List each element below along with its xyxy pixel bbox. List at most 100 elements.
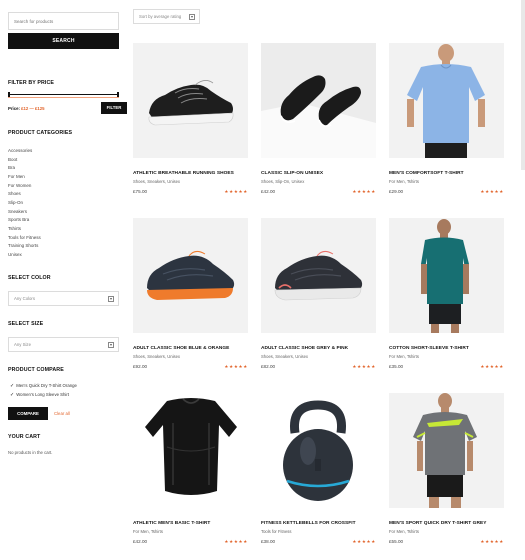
product-title[interactable]: CLASSIC SLIP-ON UNISEX: [261, 171, 376, 176]
cart-title: YOUR CART: [8, 434, 41, 440]
scrollbar[interactable]: [521, 0, 525, 170]
check-icon: ✓: [10, 393, 15, 398]
category-item[interactable]: Slip-On: [8, 199, 41, 208]
product-card[interactable]: CLASSIC SLIP-ON UNISEX Shoes, Slip-On, U…: [261, 43, 376, 195]
product-categories: Shoes, Sneakers, Unisex: [133, 179, 181, 184]
product-price: £38.00: [261, 539, 276, 544]
chevron-down-icon: ▾: [189, 13, 195, 20]
filter-button[interactable]: FILTER: [101, 102, 127, 114]
product-categories: Tools for Fitness: [261, 529, 292, 534]
product-card[interactable]: ADULT CLASSIC SHOE BLUE & ORANGE Shoes, …: [133, 218, 248, 370]
price-slider-track: [8, 94, 119, 95]
clear-all-link[interactable]: Clear all: [54, 411, 70, 416]
category-item[interactable]: For Men: [8, 173, 41, 182]
pink-sole-shoe-image: [274, 250, 363, 301]
blue-tshirt-model-image: [407, 44, 485, 158]
product-image[interactable]: [133, 218, 248, 333]
product-card[interactable]: ATHLETIC MEN'S BASIC T-SHIRT For Men, Ts…: [133, 393, 248, 545]
price-slider[interactable]: [8, 92, 119, 98]
search-button[interactable]: SEARCH: [8, 33, 119, 49]
category-item[interactable]: Unisex: [8, 251, 41, 260]
product-categories: Shoes, Sneakers, Unisex: [133, 354, 181, 359]
sort-select-value: Sort by average rating: [139, 14, 182, 19]
sort-select[interactable]: Sort by average rating ▾: [133, 9, 200, 24]
category-item[interactable]: Sports Bra: [8, 216, 41, 225]
product-image[interactable]: [261, 43, 376, 158]
compare-title: PRODUCT COMPARE: [8, 367, 64, 373]
product-image[interactable]: [133, 43, 248, 158]
category-item[interactable]: For Women: [8, 182, 41, 191]
compare-item[interactable]: ✓ Women's Long Sleeve Shirt: [10, 392, 69, 398]
compare-button[interactable]: COMPARE: [8, 407, 48, 420]
color-select[interactable]: Any Colors ▾: [8, 291, 119, 306]
check-icon: ✓: [10, 384, 15, 389]
product-card[interactable]: ADULT CLASSIC SHOE GREY & PINK Shoes, Sn…: [261, 218, 376, 370]
compare-item[interactable]: ✓ Men's Quick Dry T-Shirt Orange: [10, 383, 77, 389]
categories-title: PRODUCT CATEGORIES: [8, 130, 73, 136]
product-image[interactable]: [389, 43, 504, 158]
compare-item-label: Women's Long Sleeve Shirt: [16, 392, 70, 397]
rating-stars: ★★★★★: [352, 189, 376, 194]
product-image[interactable]: [389, 393, 504, 508]
product-categories: Shoes, Sneakers, Unisex: [261, 354, 309, 359]
category-item[interactable]: Boot: [8, 156, 41, 165]
select-color-title: SELECT COLOR: [8, 275, 51, 281]
product-price: £55.00: [389, 539, 404, 544]
rating-stars: ★★★★★: [480, 539, 504, 544]
rating-stars: ★★★★★: [224, 189, 248, 194]
product-card[interactable]: ATHLETIC BREATHABLE RUNNING SHOES Shoes,…: [133, 43, 248, 195]
product-price: £42.00: [261, 189, 276, 194]
category-item[interactable]: Bra: [8, 164, 41, 173]
product-price: £82.00: [261, 364, 276, 369]
product-categories: For Men, Tshirts: [133, 529, 163, 534]
grey-tshirt-model-image: [413, 393, 477, 508]
product-title[interactable]: MEN'S SPORT QUICK DRY T-SHIRT GREY: [389, 521, 504, 526]
size-select[interactable]: Any Size ▾: [8, 337, 119, 352]
select-size-title: SELECT SIZE: [8, 321, 44, 327]
filter-price-title: FILTER BY PRICE: [8, 80, 55, 86]
product-categories: For Men, Tshirts: [389, 354, 419, 359]
size-select-value: Any Size: [14, 342, 31, 347]
price-label: Price: £12 — £125: [8, 106, 45, 111]
rating-stars: ★★★★★: [352, 364, 376, 369]
rating-stars: ★★★★★: [224, 364, 248, 369]
black-sneaker-image: [148, 80, 234, 126]
product-title[interactable]: ATHLETIC BREATHABLE RUNNING SHOES: [133, 171, 248, 176]
product-image[interactable]: [261, 393, 376, 508]
product-card[interactable]: MEN'S COMFORTSOFT T-SHIRT For Men, Tshir…: [389, 43, 504, 195]
product-categories: For Men, Tshirts: [389, 179, 419, 184]
category-item[interactable]: Tshirts: [8, 225, 41, 234]
rating-stars: ★★★★★: [480, 364, 504, 369]
category-item[interactable]: Accessories: [8, 147, 41, 156]
chevron-down-icon: ▾: [108, 341, 114, 348]
product-image[interactable]: [133, 393, 248, 508]
product-price: £35.00: [389, 364, 404, 369]
product-price: £42.00: [133, 539, 148, 544]
product-card[interactable]: MEN'S SPORT QUICK DRY T-SHIRT GREY For M…: [389, 393, 504, 545]
compare-item-label: Men's Quick Dry T-Shirt Orange: [16, 383, 77, 388]
rating-stars: ★★★★★: [480, 189, 504, 194]
product-title[interactable]: COTTON SHORT-SLEEVE T-SHIRT: [389, 346, 504, 351]
rating-stars: ★★★★★: [224, 539, 248, 544]
product-title[interactable]: ADULT CLASSIC SHOE GREY & PINK: [261, 346, 376, 351]
category-list: Accessories Boot Bra For Men For Women S…: [8, 147, 41, 260]
black-compression-shirt-image: [145, 398, 237, 495]
product-price: £75.00: [133, 189, 148, 194]
category-item[interactable]: Sneakers: [8, 208, 41, 217]
product-card[interactable]: FITNESS KETTLEBELLS FOR CROSSFIT Tools f…: [261, 393, 376, 545]
search-input[interactable]: [8, 12, 119, 30]
product-title[interactable]: MEN'S COMFORTSOFT T-SHIRT: [389, 171, 504, 176]
product-title[interactable]: ADULT CLASSIC SHOE BLUE & ORANGE: [133, 346, 248, 351]
product-card[interactable]: COTTON SHORT-SLEEVE T-SHIRT For Men, Tsh…: [389, 218, 504, 370]
category-item[interactable]: Shoes: [8, 190, 41, 199]
category-item[interactable]: Tools for Fitness: [8, 234, 41, 243]
price-range: £12 — £125: [21, 106, 45, 111]
product-image[interactable]: [389, 218, 504, 333]
product-image[interactable]: [261, 218, 376, 333]
kettlebell-image: [283, 400, 353, 501]
cart-empty-message: No products in the cart.: [8, 450, 53, 455]
product-categories: For Men, Tshirts: [389, 529, 419, 534]
category-item[interactable]: Training Shorts: [8, 242, 41, 251]
product-title[interactable]: ATHLETIC MEN'S BASIC T-SHIRT: [133, 521, 248, 526]
product-title[interactable]: FITNESS KETTLEBELLS FOR CROSSFIT: [261, 521, 376, 526]
